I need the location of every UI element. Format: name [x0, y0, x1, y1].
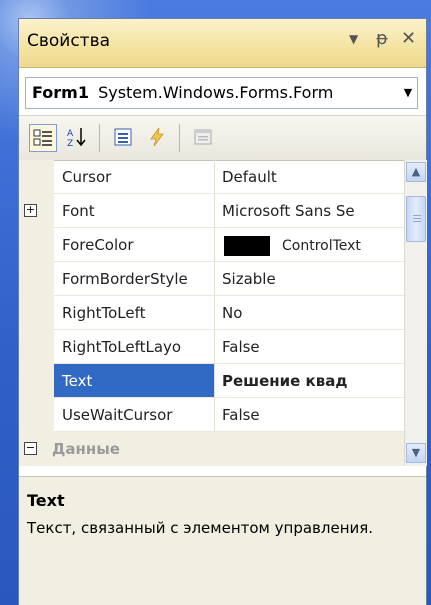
- row-gutter: [19, 398, 54, 432]
- property-grid: Cursor Default + Font Microsoft Sans Se …: [19, 160, 404, 466]
- property-row-font[interactable]: + Font Microsoft Sans Se: [19, 194, 404, 228]
- property-row-forecolor[interactable]: ForeColor ControlText: [19, 228, 404, 262]
- property-value[interactable]: False: [222, 398, 404, 432]
- properties-window: Свойства ▼ ᵽ ✕ Form1 System.Windows.Form…: [18, 18, 427, 605]
- row-gutter: −: [19, 432, 54, 466]
- property-name: FormBorderStyle: [62, 262, 215, 296]
- chevron-down-icon[interactable]: ▼: [399, 78, 417, 108]
- svg-text:Z: Z: [67, 139, 73, 148]
- pin-icon[interactable]: ᵽ: [376, 28, 388, 49]
- property-name: Font: [62, 194, 215, 228]
- property-name: Text: [54, 364, 215, 398]
- row-gutter: [19, 228, 54, 262]
- property-value[interactable]: ControlText: [222, 228, 404, 262]
- row-gutter: +: [19, 194, 54, 228]
- row-gutter: [19, 296, 54, 330]
- property-row-usewaitcursor[interactable]: UseWaitCursor False: [19, 398, 404, 432]
- property-value[interactable]: False: [222, 330, 404, 364]
- title-bar: Свойства ▼ ᵽ ✕: [19, 19, 426, 68]
- object-selector[interactable]: Form1 System.Windows.Forms.Form ▼: [25, 77, 418, 109]
- property-name: RightToLeft: [62, 296, 215, 330]
- scroll-down-icon[interactable]: ▼: [406, 443, 426, 463]
- property-value[interactable]: Sizable: [222, 262, 404, 296]
- alphabetical-icon[interactable]: A Z: [63, 124, 91, 152]
- property-value[interactable]: Microsoft Sans Se: [222, 194, 404, 228]
- row-gutter: [19, 330, 54, 364]
- property-pages-icon[interactable]: [189, 124, 217, 152]
- property-name: UseWaitCursor: [62, 398, 215, 432]
- events-icon[interactable]: [143, 124, 171, 152]
- expand-icon[interactable]: +: [24, 204, 37, 217]
- description-text: Текст, связанный с элементом управления.: [27, 519, 374, 537]
- property-value[interactable]: Решение квад: [222, 364, 404, 398]
- object-name: Form1: [32, 83, 89, 102]
- property-row-formborderstyle[interactable]: FormBorderStyle Sizable: [19, 262, 404, 296]
- row-gutter: [19, 160, 54, 194]
- property-row-cursor[interactable]: Cursor Default: [19, 160, 404, 194]
- color-swatch: [224, 235, 270, 256]
- window-title: Свойства: [27, 31, 111, 51]
- property-row-righttoleftlayout[interactable]: RightToLeftLayo False: [19, 330, 404, 364]
- collapse-icon[interactable]: −: [24, 442, 37, 455]
- scroll-up-icon[interactable]: ▲: [406, 162, 426, 182]
- category-name: Данные: [52, 440, 120, 458]
- dropdown-icon[interactable]: ▼: [349, 32, 358, 46]
- property-value[interactable]: Default: [222, 160, 404, 194]
- close-icon[interactable]: ✕: [401, 28, 416, 49]
- category-row-data[interactable]: − Данные: [19, 432, 404, 466]
- toolbar-separator: [99, 124, 100, 152]
- property-row-righttoleft[interactable]: RightToLeft No: [19, 296, 404, 330]
- toolbar-separator: [179, 124, 180, 152]
- object-type: System.Windows.Forms.Form: [98, 83, 334, 102]
- property-name: ForeColor: [62, 228, 215, 262]
- properties-toolbar: A Z: [19, 115, 426, 161]
- row-gutter: [19, 364, 54, 398]
- vertical-scrollbar[interactable]: ▲ ▼: [404, 160, 427, 466]
- color-name: ControlText: [282, 237, 361, 254]
- properties-icon[interactable]: [109, 124, 137, 152]
- property-name: RightToLeftLayo: [62, 330, 215, 364]
- svg-text:A: A: [67, 129, 74, 139]
- scroll-thumb[interactable]: [406, 196, 426, 242]
- categorized-icon[interactable]: [29, 124, 57, 152]
- description-title: Text: [27, 491, 65, 510]
- row-gutter: [19, 262, 54, 296]
- property-row-text[interactable]: Text Решение квад: [19, 364, 404, 398]
- description-pane: Text Текст, связанный с элементом управл…: [19, 476, 426, 605]
- property-value[interactable]: No: [222, 296, 404, 330]
- property-name: Cursor: [62, 160, 215, 194]
